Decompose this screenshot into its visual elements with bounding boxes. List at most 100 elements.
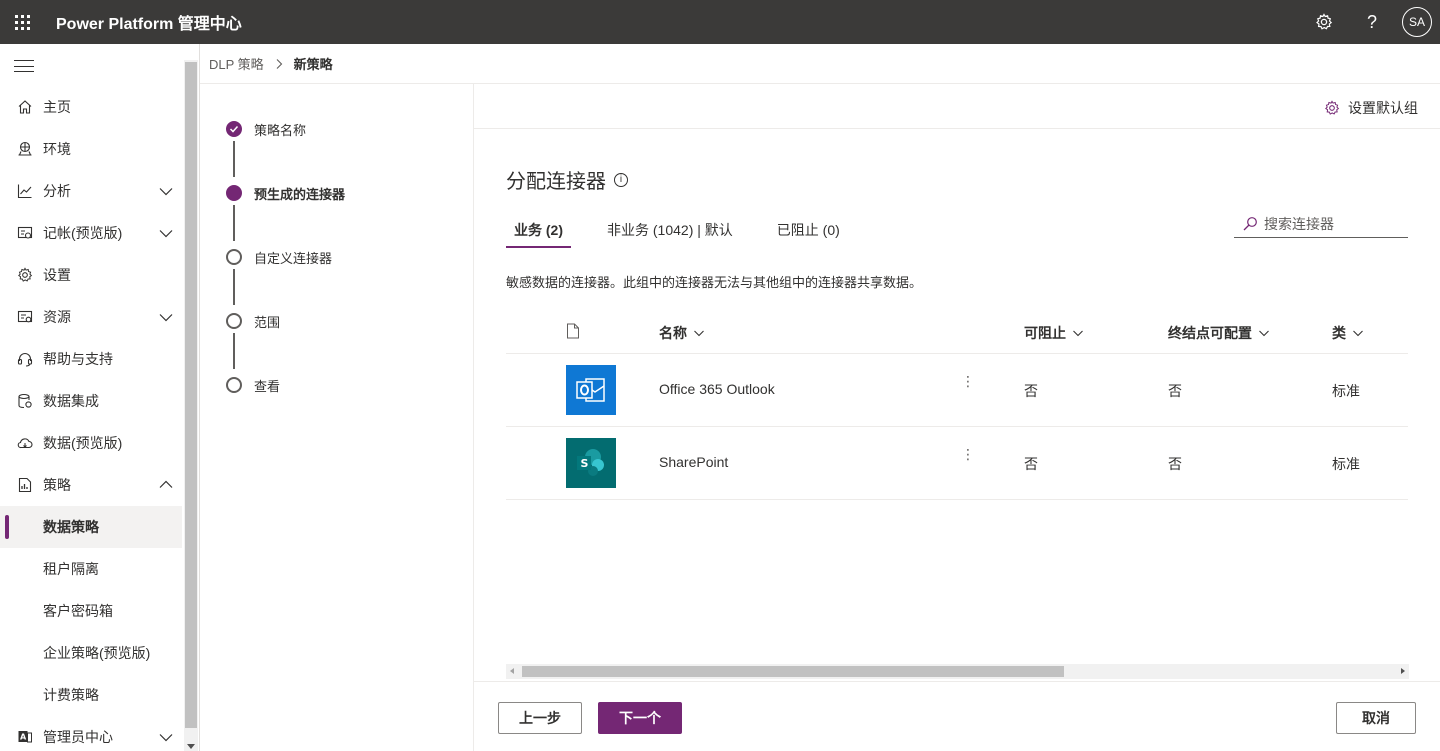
step-label: 策略名称 — [254, 122, 307, 138]
nav-item-environments[interactable]: 环境 — [0, 128, 182, 170]
column-header-endpoint-configurable[interactable]: 终结点可配置 — [1168, 323, 1270, 343]
nav-label: 数据策略 — [43, 519, 99, 535]
nav-item-tenant-isolation[interactable]: 租户隔离 — [0, 548, 182, 590]
blockable-value: 否 — [1024, 456, 1038, 472]
wizard-stepper: 策略名称 预生成的连接器 自定义连接器 范围 查看 — [200, 84, 474, 751]
help-button[interactable]: ? — [1348, 0, 1396, 44]
chevron-down-icon — [159, 230, 173, 238]
step-dot — [226, 313, 242, 329]
nav-scrollbar[interactable] — [184, 60, 198, 751]
gear-icon — [1316, 13, 1333, 30]
question-mark-icon: ? — [1366, 11, 1377, 32]
table-row[interactable]: Office 365 Outlook ⋮ 否 否 标准 — [506, 354, 1408, 427]
connector-name[interactable]: Office 365 Outlook — [659, 381, 775, 397]
nav-item-policies[interactable]: 策略 — [0, 464, 182, 506]
nav-label: 企业策略(预览版) — [43, 645, 151, 661]
step-label: 自定义连接器 — [254, 250, 333, 266]
step-dot — [226, 377, 242, 393]
set-default-group-button[interactable]: 设置默认组 — [1324, 98, 1418, 118]
sharepoint-icon: S — [566, 438, 616, 488]
step-scope[interactable]: 范围 — [226, 311, 280, 331]
nav-item-admin-centers[interactable]: A 管理员中心 — [0, 716, 182, 751]
column-header-name[interactable]: 名称 — [659, 323, 705, 343]
selection-indicator — [5, 515, 9, 539]
chevron-down-icon — [1352, 327, 1364, 339]
nav-label: 客户密码箱 — [43, 603, 113, 619]
step-prebuilt-connectors[interactable]: 预生成的连接器 — [226, 183, 345, 203]
step-policy-name[interactable]: 策略名称 — [226, 119, 306, 139]
environments-icon — [17, 141, 33, 157]
endpoint-configurable-value: 否 — [1168, 456, 1182, 472]
nav-label: 环境 — [43, 141, 71, 157]
checkmark-icon — [226, 121, 242, 137]
search-input[interactable] — [1264, 215, 1404, 232]
nav-label: 分析 — [43, 183, 71, 199]
waffle-icon — [14, 14, 30, 30]
app-launcher-button[interactable] — [0, 0, 44, 44]
nav-label: 帮助与支持 — [43, 351, 113, 367]
nav-item-customer-lockbox[interactable]: 客户密码箱 — [0, 590, 182, 632]
nav-item-billing-policies[interactable]: 计费策略 — [0, 674, 182, 716]
endpoint-configurable-value: 否 — [1168, 383, 1182, 399]
nav-label: 主页 — [43, 99, 71, 115]
hamburger-menu-icon[interactable] — [14, 58, 34, 74]
nav-item-help-support[interactable]: 帮助与支持 — [0, 338, 182, 380]
step-dot — [226, 249, 242, 265]
cancel-button[interactable]: 取消 — [1336, 702, 1416, 734]
column-header-label: 类 — [1332, 325, 1346, 341]
next-button[interactable]: 下一个 — [598, 702, 682, 734]
tab-business[interactable]: 业务 (2) — [506, 218, 571, 248]
nav-item-data-policies[interactable]: 数据策略 — [0, 506, 182, 548]
scroll-down-arrow-icon[interactable] — [187, 744, 195, 749]
table-horizontal-scrollbar[interactable] — [506, 664, 1409, 679]
nav-item-analytics[interactable]: 分析 — [0, 170, 182, 212]
connector-name[interactable]: SharePoint — [659, 454, 728, 470]
chevron-down-icon — [693, 327, 705, 339]
nav-item-billing[interactable]: 记帐(预览版) — [0, 212, 182, 254]
nav-item-enterprise-policies[interactable]: 企业策略(预览版) — [0, 632, 182, 674]
step-connector-line — [233, 205, 235, 241]
back-button[interactable]: 上一步 — [498, 702, 582, 734]
group-description: 敏感数据的连接器。此组中的连接器无法与其他组中的连接器共享数据。 — [506, 275, 923, 290]
blockable-value: 否 — [1024, 383, 1038, 399]
settings-button[interactable] — [1300, 0, 1348, 44]
tab-blocked[interactable]: 已阻止 (0) — [769, 218, 848, 248]
set-default-group-label: 设置默认组 — [1348, 100, 1418, 116]
table-row[interactable]: S SharePoint ⋮ 否 否 标准 — [506, 427, 1408, 500]
chart-line-icon — [17, 183, 33, 199]
chevron-up-icon — [159, 480, 173, 488]
breadcrumb-dlp-policies[interactable]: DLP 策略 — [209, 54, 264, 73]
nav-item-resources[interactable]: 资源 — [0, 296, 182, 338]
gear-icon — [1324, 100, 1340, 116]
resources-icon — [17, 309, 33, 325]
avatar[interactable]: SA — [1402, 7, 1432, 37]
app-title[interactable]: Power Platform 管理中心 — [56, 10, 242, 34]
nav-scrollbar-thumb[interactable] — [185, 62, 197, 728]
step-custom-connectors[interactable]: 自定义连接器 — [226, 247, 332, 267]
tab-non-business[interactable]: 非业务 (1042) | 默认 — [599, 218, 741, 248]
nav-label: 管理员中心 — [43, 729, 113, 745]
nav-item-home[interactable]: 主页 — [0, 86, 182, 128]
search-box[interactable] — [1234, 210, 1408, 238]
nav-label: 策略 — [43, 477, 71, 493]
chevron-down-icon — [159, 734, 173, 742]
nav-item-settings[interactable]: 设置 — [0, 254, 182, 296]
column-header-blockable[interactable]: 可阻止 — [1024, 323, 1084, 343]
step-label: 预生成的连接器 — [254, 186, 346, 202]
scroll-right-arrow-icon[interactable] — [1401, 668, 1405, 674]
svg-text:S: S — [581, 457, 589, 470]
horizontal-scrollbar-thumb[interactable] — [522, 666, 1064, 677]
step-review[interactable]: 查看 — [226, 375, 280, 395]
nav-item-data-integration[interactable]: 数据集成 — [0, 380, 182, 422]
more-options-icon[interactable]: ⋮ — [961, 374, 975, 388]
nav-label: 计费策略 — [43, 687, 99, 703]
step-connector-line — [233, 141, 235, 177]
scroll-left-arrow-icon[interactable] — [510, 668, 514, 674]
more-options-icon[interactable]: ⋮ — [961, 447, 975, 461]
column-header-label: 可阻止 — [1024, 325, 1066, 341]
nav-item-data-preview[interactable]: 数据(预览版) — [0, 422, 182, 464]
class-value: 标准 — [1332, 456, 1360, 472]
info-icon[interactable]: i — [614, 172, 628, 187]
home-icon — [17, 99, 33, 115]
column-header-class[interactable]: 类 — [1332, 323, 1364, 343]
